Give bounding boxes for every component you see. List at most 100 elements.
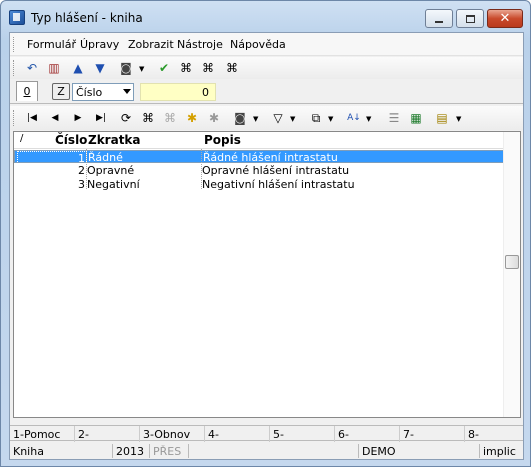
vertical-scrollbar[interactable]: [503, 132, 520, 417]
status-divider: [149, 444, 150, 458]
camera-dropdown-icon[interactable]: ▼: [253, 115, 258, 123]
fkey-2[interactable]: 2-: [78, 428, 89, 441]
data-grid[interactable]: / Číslo Zkratka Popis 1 Řádné Řádné hláš…: [13, 131, 521, 418]
status-divider: [188, 444, 189, 458]
navigation-toolbar: |◀ ◀ ▶ ▶| ⟳ ⌘ ⌘ ✱ ✱ ◙ ▼ ▽ ▼ ⧉ ▼ A↓ ▼ ☰ ▦…: [10, 106, 523, 130]
columns-icon[interactable]: ▤: [434, 110, 450, 126]
cell-popis: Řádné hlášení intrastatu: [203, 151, 338, 164]
status-divider: [358, 444, 359, 458]
fkey-4[interactable]: 4-: [208, 428, 219, 441]
sort-az-icon[interactable]: A↓: [346, 110, 362, 126]
table-row[interactable]: 3 Negativní Negativní hlášení intrastatu: [14, 178, 504, 191]
close-button[interactable]: ✕: [487, 9, 523, 28]
fkey-divider: [399, 426, 400, 442]
filter-row: Z Číslo 0: [10, 80, 523, 104]
menu-bar: Formulář Úpravy Zobrazit Nástroje Nápově…: [10, 33, 523, 56]
columns-dropdown-icon[interactable]: ▼: [456, 115, 461, 123]
copy-dropdown-icon[interactable]: ▼: [328, 115, 333, 123]
status-pres: PŘES: [153, 445, 182, 458]
column-divider: [201, 149, 202, 189]
maximize-icon: [465, 14, 475, 23]
fkey-7[interactable]: 7-: [403, 428, 414, 441]
list-icon[interactable]: ☰: [386, 110, 402, 126]
maximize-button[interactable]: [456, 9, 484, 28]
grid-header: / Číslo Zkratka Popis: [14, 132, 504, 149]
menu-napoveda[interactable]: Nápověda: [230, 38, 286, 51]
header-cislo[interactable]: Číslo: [55, 133, 87, 147]
fkey-1[interactable]: 1-Pomoc: [13, 428, 60, 441]
z-button[interactable]: Z: [52, 83, 70, 100]
book-icon[interactable]: ▥: [46, 60, 62, 76]
status-mode: Kniha: [13, 445, 44, 458]
undo-icon[interactable]: ↶: [24, 60, 40, 76]
cell-popis: Opravné hlášení intrastatu: [202, 164, 350, 177]
copy-icon[interactable]: ⧉: [308, 110, 324, 126]
fkey-divider: [334, 426, 335, 442]
cell-cislo: 2: [78, 164, 85, 177]
binoculars-search-icon[interactable]: ⌘: [200, 60, 216, 76]
minimize-button[interactable]: [425, 9, 453, 28]
first-record-icon[interactable]: |◀: [24, 110, 40, 126]
toolbar2-grip[interactable]: [13, 110, 16, 126]
status-db: DEMO: [362, 445, 396, 458]
binoculars-icon[interactable]: ⌘: [178, 60, 194, 76]
sort-dropdown-icon[interactable]: ▼: [366, 115, 371, 123]
star-add-icon[interactable]: ✱: [184, 110, 200, 126]
window: Typ hlášení - kniha ✕ Formulář Úpravy Zo…: [0, 0, 531, 467]
title-bar[interactable]: Typ hlášení - kniha ✕: [1, 1, 530, 33]
header-zkratka[interactable]: Zkratka: [88, 133, 141, 147]
filter-dropdown-icon[interactable]: ▼: [290, 115, 295, 123]
sort-select[interactable]: Číslo: [72, 83, 134, 101]
status-extra: implic: [483, 445, 516, 458]
scrollbar-thumb[interactable]: [505, 255, 519, 269]
fkey-divider: [204, 426, 205, 442]
header-popis[interactable]: Popis: [204, 133, 241, 147]
status-divider: [112, 444, 113, 458]
camera-dropdown-icon[interactable]: ▼: [139, 65, 144, 73]
prev-record-icon[interactable]: ◀: [47, 110, 63, 126]
binoculars-icon[interactable]: ⌘: [140, 110, 156, 126]
status-year: 2013: [116, 445, 144, 458]
refresh-icon[interactable]: ⟳: [118, 110, 134, 126]
menu-grip[interactable]: [13, 37, 16, 52]
cell-zkratka: Řádné: [88, 151, 123, 164]
fkey-divider: [269, 426, 270, 442]
fkey-3[interactable]: 3-Obnov: [143, 428, 190, 441]
fkey-5[interactable]: 5-: [273, 428, 284, 441]
sort-select-value: Číslo: [76, 86, 103, 99]
fkey-divider: [139, 426, 140, 442]
filter-icon[interactable]: ▽: [270, 110, 286, 126]
app-icon: [9, 10, 25, 25]
column-divider: [86, 149, 87, 189]
check-green-icon[interactable]: ✔: [156, 60, 172, 76]
camera-icon[interactable]: ◙: [232, 110, 248, 126]
tab-0[interactable]: 0: [16, 81, 38, 101]
excel-icon[interactable]: ▦: [408, 110, 424, 126]
table-row[interactable]: 2 Opravné Opravné hlášení intrastatu: [14, 164, 504, 177]
toolbar-grip[interactable]: [13, 60, 16, 76]
cell-zkratka: Negativní: [87, 178, 140, 191]
next-record-icon[interactable]: ▶: [70, 110, 86, 126]
menu-upravy[interactable]: Úpravy: [80, 38, 119, 51]
last-record-icon[interactable]: ▶|: [93, 110, 109, 126]
menu-formular[interactable]: Formulář: [27, 38, 76, 51]
fkey-divider: [464, 426, 465, 442]
table-row[interactable]: 1 Řádné Řádné hlášení intrastatu: [14, 150, 504, 166]
menu-nastroje[interactable]: Nástroje: [177, 38, 223, 51]
header-marker[interactable]: /: [20, 133, 23, 144]
main-toolbar: ↶ ▥ ▲ ▼ ◙ ▼ ✔ ⌘ ⌘ ⌘: [10, 57, 523, 79]
cell-cislo: 3: [78, 178, 85, 191]
client-area: Formulář Úpravy Zobrazit Nástroje Nápově…: [9, 32, 524, 460]
close-icon: ✕: [499, 11, 511, 26]
fkey-6[interactable]: 6-: [338, 428, 349, 441]
menu-zobrazit[interactable]: Zobrazit: [128, 38, 174, 51]
binoculars-next-icon[interactable]: ⌘: [224, 60, 240, 76]
number-field[interactable]: 0: [140, 83, 216, 101]
cell-zkratka: Opravné: [87, 164, 135, 177]
star-remove-icon: ✱: [208, 111, 220, 125]
fkey-8[interactable]: 8-: [468, 428, 479, 441]
arrow-up-icon[interactable]: ▲: [70, 60, 86, 76]
camera-icon[interactable]: ◙: [118, 60, 134, 76]
arrow-down-icon[interactable]: ▼: [92, 60, 108, 76]
binoculars-disabled-icon: ⌘: [164, 111, 176, 125]
